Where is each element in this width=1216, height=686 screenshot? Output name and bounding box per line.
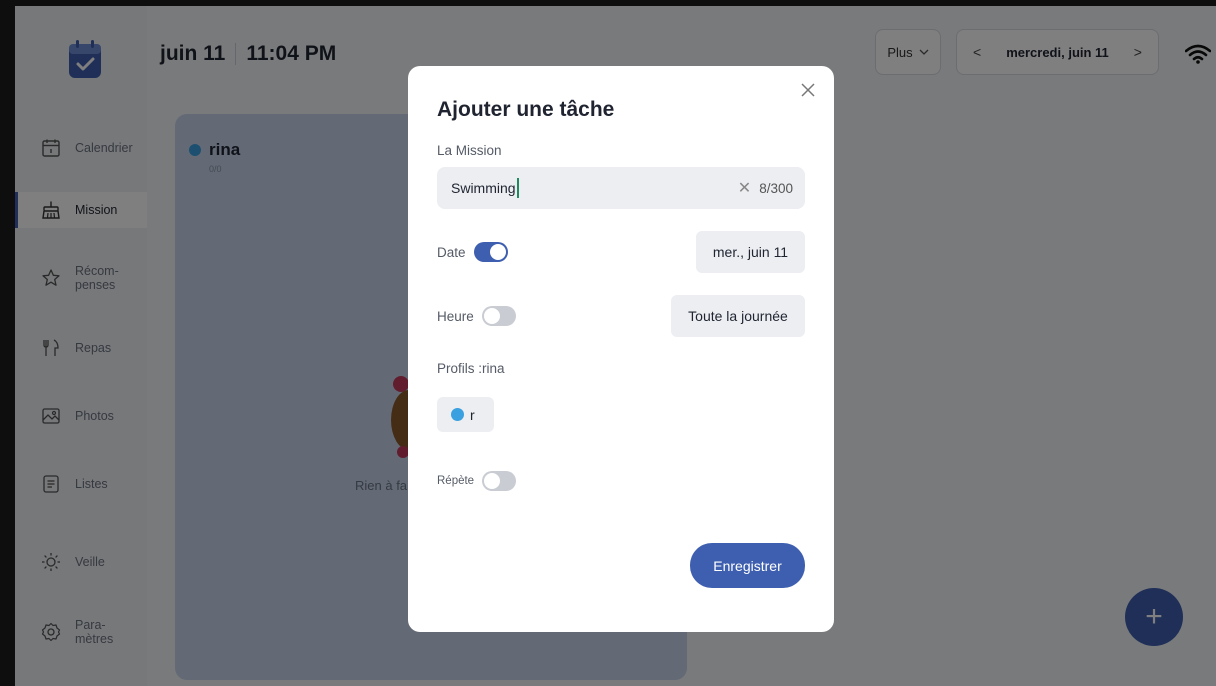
text-caret	[516, 178, 519, 198]
time-label: Heure	[437, 308, 474, 324]
dialog-title: Ajouter une tâche	[437, 98, 615, 121]
date-label: Date	[437, 244, 466, 260]
mission-input-value: Swimming	[451, 180, 516, 196]
profile-chip[interactable]: r	[437, 397, 494, 432]
all-day-button[interactable]: Toute la journée	[671, 295, 805, 337]
time-row: Heure	[437, 306, 516, 326]
clear-input-icon[interactable]: ✕	[738, 178, 751, 198]
time-toggle[interactable]	[481, 306, 516, 326]
character-counter: 8/300	[759, 180, 793, 196]
date-toggle[interactable]	[473, 242, 508, 262]
toggle-knob	[483, 308, 500, 324]
profile-chip-label: r	[470, 406, 475, 423]
repeat-label: Répète	[437, 475, 475, 487]
mission-input[interactable]: Swimming ✕ 8/300	[437, 167, 805, 209]
mission-field-label: La Mission	[437, 143, 502, 158]
add-task-dialog: Ajouter une tâche La Mission Swimming ✕ …	[408, 66, 834, 632]
date-picker-button[interactable]: mer., juin 11	[696, 231, 805, 273]
profile-color-dot	[451, 408, 464, 421]
save-button[interactable]: Enregistrer	[690, 543, 805, 588]
close-icon[interactable]	[798, 80, 818, 100]
date-row: Date	[437, 242, 508, 262]
toggle-knob	[484, 473, 501, 489]
profiles-label: Profils :rina	[437, 361, 505, 376]
repeat-toggle[interactable]	[482, 471, 517, 491]
repeat-row: Répète	[437, 471, 517, 491]
toggle-knob	[489, 244, 506, 260]
